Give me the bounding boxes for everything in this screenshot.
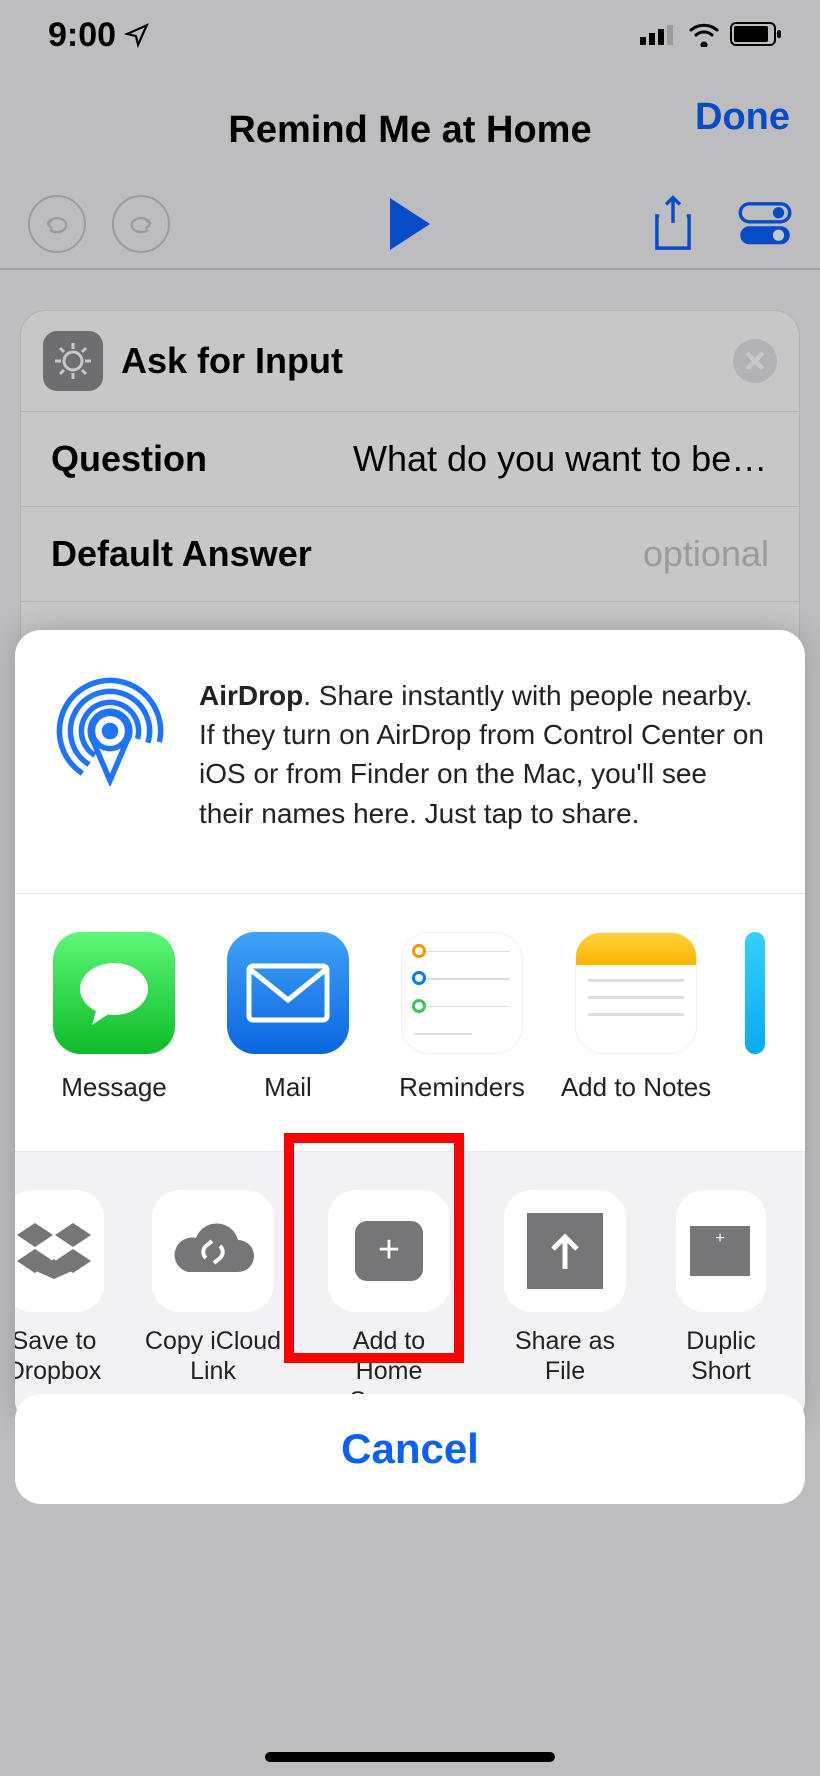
action-save-dropbox[interactable]: Save to Dropbox [15, 1190, 107, 1386]
action-duplicate[interactable]: + DuplicShort [671, 1190, 771, 1386]
message-icon [53, 932, 175, 1054]
home-indicator[interactable] [265, 1752, 555, 1762]
share-app-notes[interactable]: Add to Notes [571, 932, 701, 1103]
share-apps-row[interactable]: Message Mail Reminders [15, 894, 805, 1152]
reminders-icon [401, 932, 523, 1054]
share-file-icon [504, 1190, 626, 1312]
action-share-file[interactable]: Share as File [495, 1190, 635, 1386]
airdrop-icon [55, 676, 165, 786]
highlight-annotation [284, 1133, 464, 1363]
icloud-link-icon [152, 1190, 274, 1312]
share-app-more[interactable] [745, 932, 765, 1103]
notes-icon [575, 932, 697, 1054]
airdrop-section: AirDrop. Share instantly with people nea… [15, 630, 805, 894]
app-icon-partial [745, 932, 765, 1054]
share-app-message[interactable]: Message [49, 932, 179, 1103]
share-app-reminders[interactable]: Reminders [397, 932, 527, 1103]
mail-icon [227, 932, 349, 1054]
airdrop-description: AirDrop. Share instantly with people nea… [199, 676, 769, 833]
dropbox-icon [15, 1190, 104, 1312]
duplicate-icon: + [676, 1190, 766, 1312]
cancel-button[interactable]: Cancel [15, 1394, 805, 1504]
action-copy-icloud[interactable]: Copy iCloud Link [143, 1190, 283, 1386]
share-app-mail[interactable]: Mail [223, 932, 353, 1103]
